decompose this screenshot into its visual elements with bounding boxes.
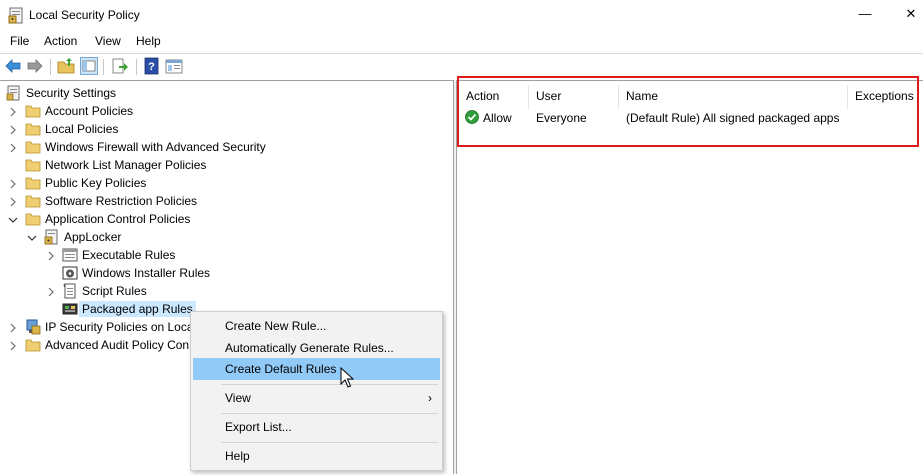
- annotation-highlight-box: [457, 76, 919, 147]
- tree-item-application-control-policies[interactable]: Application Control Policies: [25, 210, 190, 228]
- tree-item-label: AppLocker: [64, 230, 122, 244]
- tree-item-label: IP Security Policies on Local: [45, 320, 197, 334]
- tree-item-windows-firewall[interactable]: Windows Firewall with Advanced Security: [25, 138, 266, 156]
- tree-item-windows-installer-rules[interactable]: Windows Installer Rules: [62, 264, 210, 282]
- toolbar-separator: [136, 59, 137, 75]
- menu-item-label: View: [225, 391, 251, 405]
- chevron-down-icon[interactable]: [27, 233, 37, 243]
- show-hide-tree-icon[interactable]: [80, 57, 98, 75]
- folder-icon: [25, 195, 41, 208]
- mouse-pointer-icon: [340, 367, 354, 388]
- tree-item-network-list-manager[interactable]: Network List Manager Policies: [25, 156, 206, 174]
- menu-bar: File Action View Help: [0, 31, 923, 51]
- menu-item-export-list[interactable]: Export List...: [193, 416, 440, 438]
- chevron-right-icon[interactable]: [46, 251, 56, 261]
- submenu-arrow-icon: ›: [428, 391, 432, 405]
- tree-item-label: Windows Firewall with Advanced Security: [45, 140, 266, 154]
- tree-item-label: Advanced Audit Policy Con: [45, 338, 190, 352]
- tree-item-executable-rules[interactable]: Executable Rules: [62, 246, 175, 264]
- chevron-right-icon[interactable]: [46, 287, 56, 297]
- tree-item-applocker[interactable]: AppLocker: [44, 228, 121, 246]
- local-security-policy-icon: [8, 7, 23, 24]
- forward-arrow-icon[interactable]: [26, 57, 44, 75]
- tree-item-label: Packaged app Rules: [79, 301, 196, 317]
- tree-item-ip-security-policies[interactable]: IP Security Policies on Local: [25, 318, 196, 336]
- folder-icon: [25, 339, 41, 352]
- tree-item-label: Network List Manager Policies: [45, 158, 207, 172]
- tree-item-script-rules[interactable]: Script Rules: [62, 282, 147, 300]
- executable-rules-icon: [62, 248, 78, 262]
- title-bar: Local Security Policy — ✕: [0, 0, 923, 30]
- tree-item-packaged-app-rules[interactable]: Packaged app Rules: [62, 300, 196, 318]
- properties-icon[interactable]: [165, 57, 183, 75]
- folder-icon: [25, 141, 41, 154]
- tree-item-label: Account Policies: [45, 104, 134, 118]
- tree-item-security-settings[interactable]: Security Settings: [6, 84, 116, 102]
- up-folder-icon[interactable]: [57, 57, 75, 75]
- menu-item-create-new-rule[interactable]: Create New Rule...: [193, 315, 440, 337]
- menu-item-label: Create New Rule...: [225, 319, 327, 333]
- packaged-app-rules-icon: [62, 303, 78, 315]
- toolbar-separator: [50, 59, 51, 75]
- menu-item-auto-generate-rules[interactable]: Automatically Generate Rules...: [193, 337, 440, 359]
- context-menu: Create New Rule... Automatically Generat…: [190, 311, 443, 471]
- menu-separator: [221, 384, 438, 385]
- svg-text:?: ?: [148, 61, 155, 73]
- tree-item-label: Public Key Policies: [45, 176, 147, 190]
- script-rules-icon: [63, 283, 76, 299]
- ip-security-icon: [26, 319, 41, 335]
- tree-item-label: Software Restriction Policies: [45, 194, 198, 208]
- security-policy-icon: [6, 85, 20, 101]
- menu-item-view[interactable]: View ›: [193, 387, 440, 409]
- tree-item-label: Script Rules: [82, 284, 147, 298]
- tree-item-label: Executable Rules: [82, 248, 176, 262]
- chevron-right-icon[interactable]: [8, 179, 18, 189]
- tree-item-label: Windows Installer Rules: [82, 266, 211, 280]
- chevron-right-icon[interactable]: [8, 107, 18, 117]
- menu-file[interactable]: File: [10, 34, 29, 48]
- menu-separator: [221, 442, 438, 443]
- menu-item-label: Automatically Generate Rules...: [225, 341, 394, 355]
- chevron-right-icon[interactable]: [8, 143, 18, 153]
- toolbar-separator: [103, 59, 104, 75]
- folder-icon: [25, 105, 41, 118]
- tree-item-label: Security Settings: [26, 86, 117, 100]
- close-button[interactable]: ✕: [904, 6, 918, 22]
- menu-item-label: Create Default Rules: [225, 362, 337, 376]
- menu-item-create-default-rules[interactable]: Create Default Rules: [193, 358, 440, 380]
- menu-help[interactable]: Help: [136, 34, 161, 48]
- menu-item-label: Export List...: [225, 420, 292, 434]
- chevron-down-icon[interactable]: [8, 215, 18, 225]
- folder-icon: [25, 177, 41, 190]
- tree-item-label: Application Control Policies: [45, 212, 191, 226]
- tree-item-local-policies[interactable]: Local Policies: [25, 120, 118, 138]
- folder-icon: [25, 159, 41, 172]
- chevron-right-icon[interactable]: [8, 197, 18, 207]
- menu-item-label: Help: [225, 449, 250, 463]
- tree-item-software-restriction-policies[interactable]: Software Restriction Policies: [25, 192, 197, 210]
- window-title: Local Security Policy: [29, 8, 140, 22]
- tree-item-public-key-policies[interactable]: Public Key Policies: [25, 174, 146, 192]
- menu-view[interactable]: View: [95, 34, 121, 48]
- chevron-right-icon[interactable]: [8, 125, 18, 135]
- chevron-right-icon[interactable]: [8, 341, 18, 351]
- tree-item-label: Local Policies: [45, 122, 119, 136]
- menu-action[interactable]: Action: [44, 34, 77, 48]
- applocker-icon: [44, 229, 58, 245]
- chevron-right-icon[interactable]: [8, 323, 18, 333]
- tree-item-account-policies[interactable]: Account Policies: [25, 102, 133, 120]
- menu-separator: [221, 413, 438, 414]
- help-icon[interactable]: ?: [143, 57, 161, 75]
- menu-item-help[interactable]: Help: [193, 445, 440, 467]
- folder-icon: [25, 213, 41, 226]
- tree-item-advanced-audit-policy[interactable]: Advanced Audit Policy Con: [25, 336, 189, 354]
- export-list-icon[interactable]: [111, 57, 129, 75]
- installer-rules-icon: [62, 266, 78, 280]
- back-arrow-icon[interactable]: [4, 57, 22, 75]
- minimize-button[interactable]: —: [858, 6, 872, 22]
- folder-icon: [25, 123, 41, 136]
